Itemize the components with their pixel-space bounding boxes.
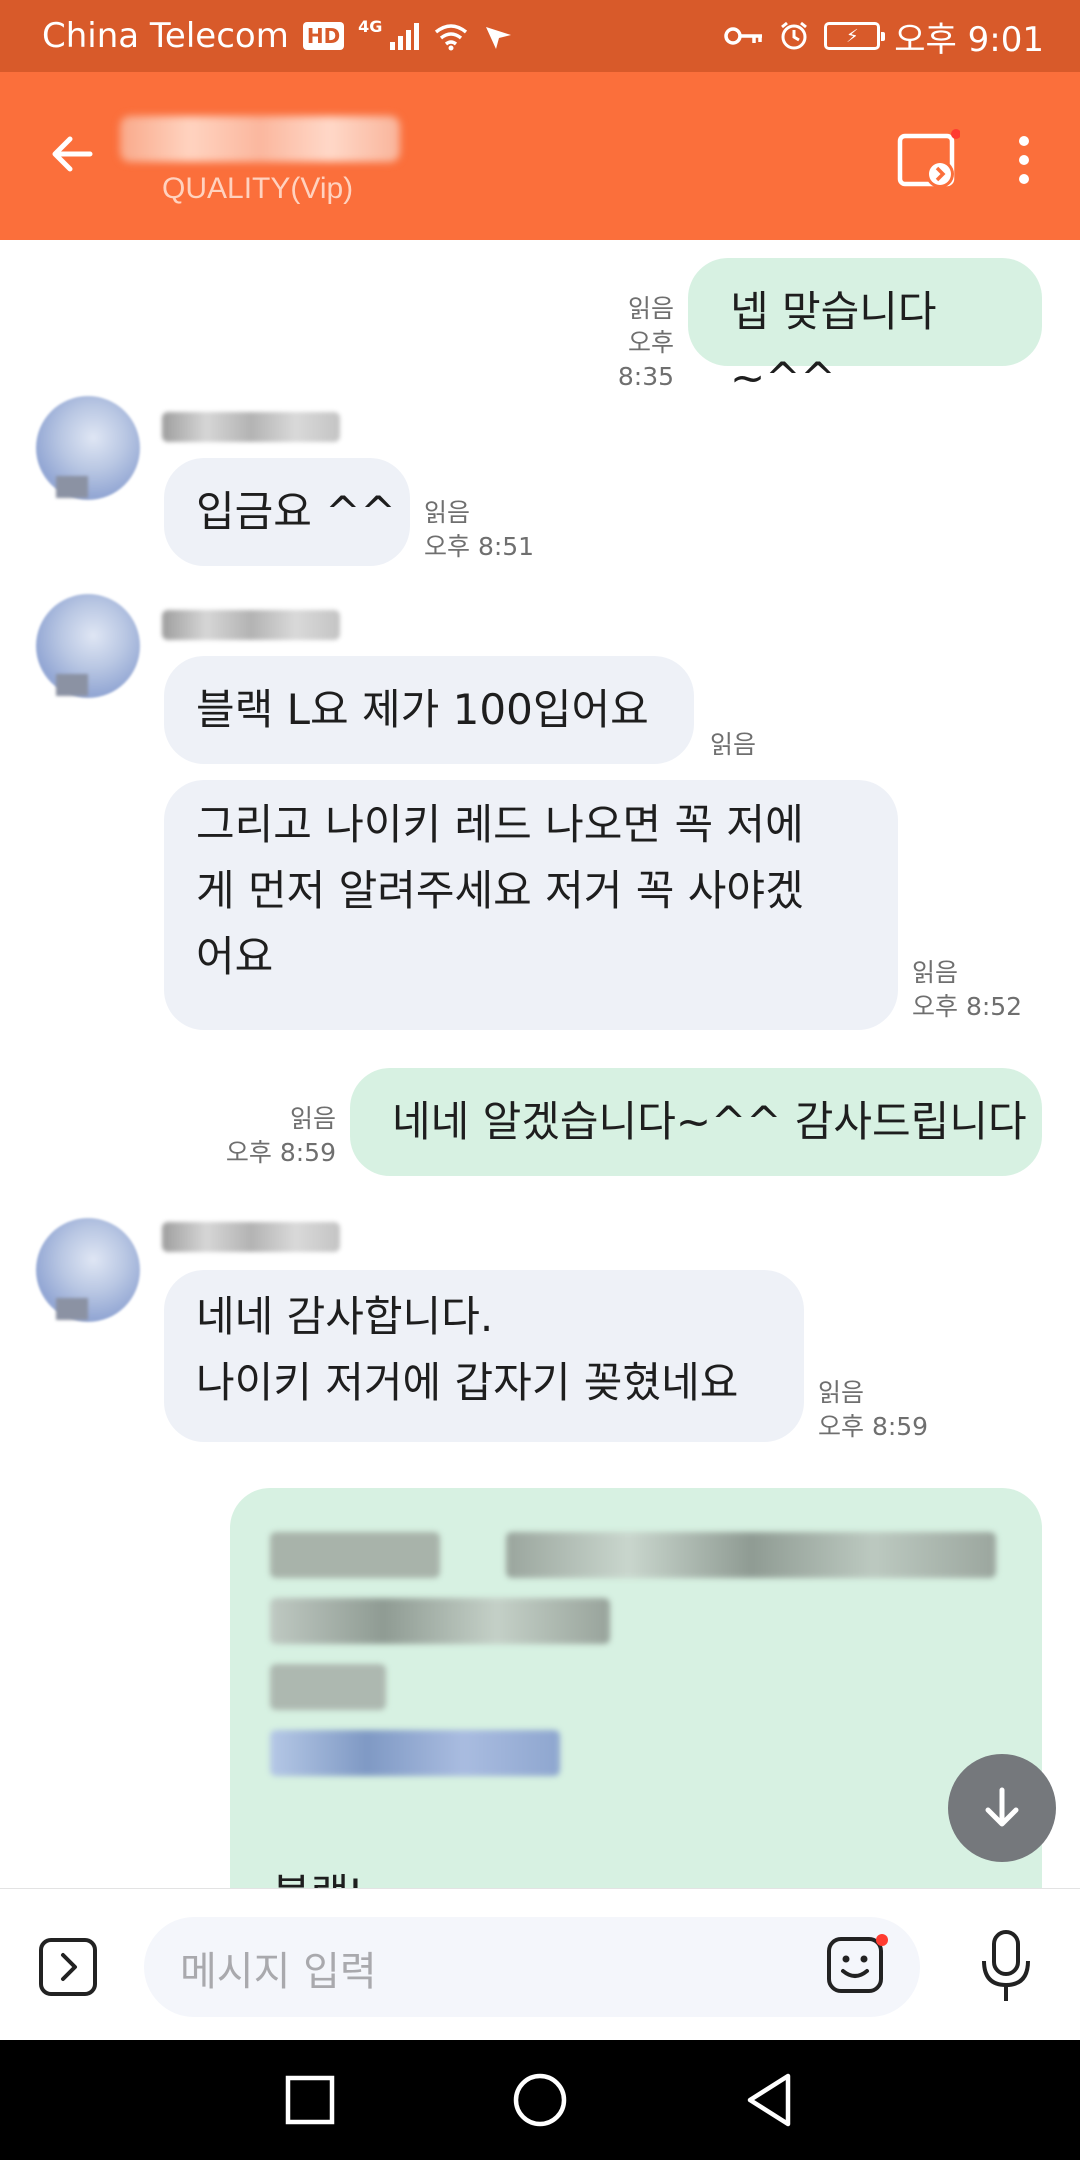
key-icon [724,27,763,45]
clock-label: 오후 9:01 [894,19,1044,60]
sender-name-redacted [162,610,340,640]
scroll-to-bottom-button[interactable] [948,1754,1056,1862]
chat-title-redacted [120,116,400,162]
chevron-right-icon [39,1938,97,1996]
read-receipt: 읽음 [912,958,959,987]
message-text: 블랙 L요 제가 100입어요 [196,685,649,734]
avatar[interactable] [36,594,140,698]
chat-message-list[interactable]: 읽음 오후 8:35 넵 맞습니다~^^ 입금요 ^^ 읽음 오후 8:51 블… [0,240,1080,1888]
message-bubble-outgoing[interactable]: 블랙L [230,1488,1042,1888]
arrow-down-icon [985,1787,1019,1827]
hd-badge: HD [302,22,345,50]
redacted-text [270,1532,440,1578]
status-bar: China Telecom HD 4G ⚡ 오후 9:01 [0,0,1080,72]
network-type-label: 4G [358,16,383,36]
redacted-text [270,1664,386,1710]
alarm-icon [781,21,808,50]
voice-input-button[interactable] [978,1929,1034,2005]
message-text-line: 나이키 저거에 갑자기 꽂혔네요 [196,1358,739,1407]
more-vertical-icon [1019,136,1029,184]
message-meta: 읽음 오후 8:59 [222,1102,336,1170]
sender-name-redacted [162,412,340,442]
square-icon [285,2075,335,2125]
read-receipt: 읽음 [289,1104,336,1133]
message-text-line: 네네 감사합니다. [196,1292,494,1341]
redacted-link [270,1730,560,1776]
more-options-button[interactable] [1004,128,1044,192]
read-receipt: 읽음 [627,294,674,323]
read-receipt: 읽음 [818,1378,865,1407]
chat-subtitle: QUALITY(Vip) [162,172,354,205]
screen-share-button[interactable] [896,128,961,192]
message-text: 네네 알겠습니다~^^ 감사드립니다 [392,1097,1027,1146]
status-left: China Telecom HD 4G [42,16,513,56]
screen-share-icon [897,129,961,188]
message-meta: 읽음 오후 8:51 [424,496,534,564]
avatar[interactable] [36,1218,140,1322]
message-bubble-outgoing[interactable]: 네네 알겠습니다~^^ 감사드립니다 [350,1068,1042,1176]
message-meta: 읽음 오후 8:35 [566,292,674,394]
carrier-label: China Telecom [42,16,289,56]
message-text: 넵 맞습니다~^^ [730,287,937,402]
message-bubble-incoming[interactable]: 블랙 L요 제가 100입어요 [164,656,694,764]
sender-name-redacted [162,1222,340,1252]
message-bubble-incoming[interactable]: 그리고 나이키 레드 나오면 꼭 저에 게 먼저 알려주세요 저거 꼭 사야겠 … [164,780,898,1030]
redacted-text [270,1598,610,1644]
message-text-line: 게 먼저 알려주세요 저거 꼭 사야겠 [196,866,804,915]
wifi-icon [435,24,468,51]
message-bubble-incoming[interactable]: 입금요 ^^ [164,458,410,566]
message-meta: 읽음 [710,728,756,762]
battery-icon: ⚡ [824,22,886,50]
message-bubble-outgoing[interactable]: 넵 맞습니다~^^ [688,258,1042,402]
message-input-bar: 메시지 입력 [0,1888,1080,2040]
location-arrow-icon [486,27,512,49]
message-meta: 읽음 오후 8:59 [818,1376,928,1444]
recent-apps-button[interactable] [278,2068,342,2132]
status-right: ⚡ 오후 9:01 [724,12,1044,61]
redacted-text [506,1532,996,1578]
triangle-back-icon [747,2073,791,2127]
signal-icon [390,22,420,50]
emoji-button[interactable] [826,1933,888,1995]
message-text-line: 블랙L [272,1862,373,1888]
message-text-line: 그리고 나이키 레드 나오면 꼭 저에 [196,800,804,849]
back-button[interactable] [40,122,104,186]
message-time: 오후 8:59 [225,1138,336,1167]
message-input-placeholder: 메시지 입력 [180,1949,377,1995]
avatar[interactable] [36,396,140,500]
message-time: 오후 8:59 [818,1412,929,1441]
arrow-left-icon [52,136,93,172]
microphone-icon [982,1930,1030,2001]
circle-icon [513,2073,567,2127]
message-time: 오후 8:51 [424,532,535,561]
message-text: 입금요 ^^ [196,487,396,536]
home-button[interactable] [508,2068,572,2132]
expand-menu-button[interactable] [38,1937,98,1997]
message-time: 오후 8:52 [912,992,1023,1021]
back-nav-button[interactable] [738,2068,802,2132]
emoji-icon [827,1934,888,1993]
message-time: 오후 8:35 [617,328,674,391]
message-meta: 읽음 오후 8:52 [912,956,1022,1024]
read-receipt: 읽음 [710,730,757,759]
message-text-line: 어요 [196,932,274,981]
message-bubble-incoming[interactable]: 네네 감사합니다. 나이키 저거에 갑자기 꽂혔네요 [164,1270,804,1442]
app-bar: QUALITY(Vip) [0,72,1080,240]
read-receipt: 읽음 [424,498,471,527]
system-navigation-bar [0,2040,1080,2160]
